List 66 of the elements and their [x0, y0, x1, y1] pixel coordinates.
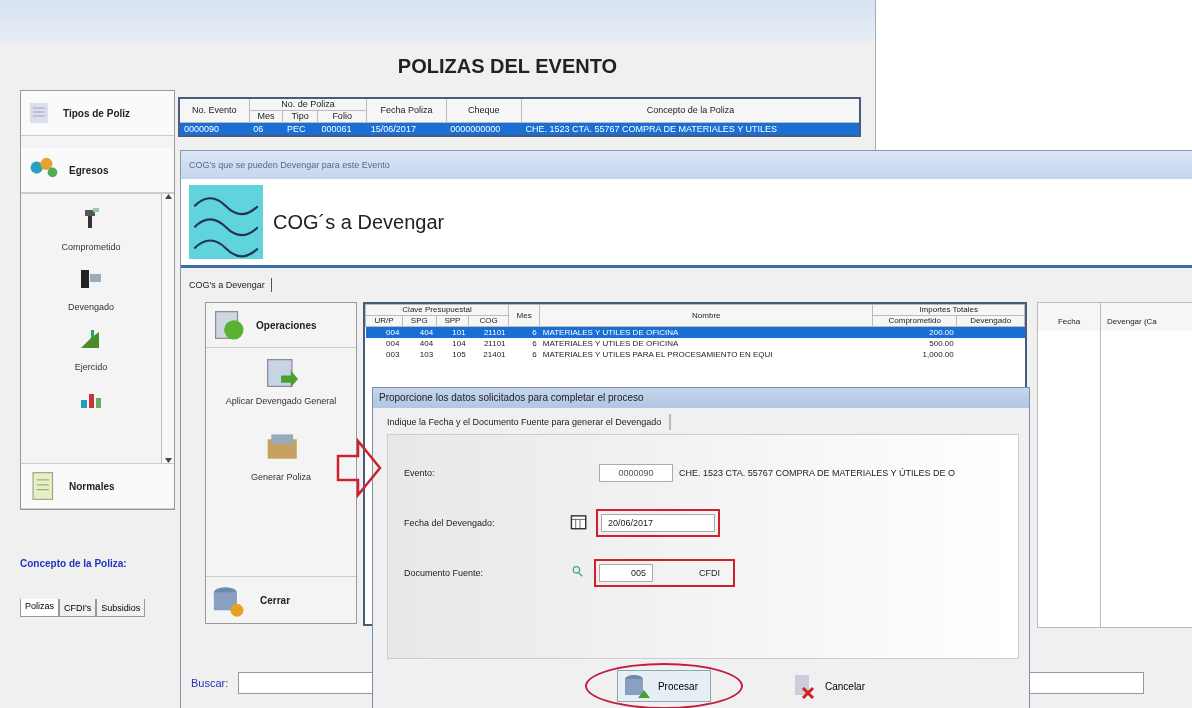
annotation-arrow — [336, 438, 382, 498]
document-arrow-icon — [264, 356, 298, 390]
column-header[interactable]: Mes — [508, 304, 540, 327]
column-header[interactable]: Clave Presupuestal — [365, 304, 509, 316]
column-header[interactable]: Fecha — [1038, 303, 1101, 627]
column-header[interactable]: Importes Totales — [872, 304, 1025, 316]
document-field[interactable]: 005 — [599, 563, 653, 582]
window-heading: POLIZAS DEL EVENTO — [396, 53, 619, 79]
date-field[interactable]: 20/06/2017 — [601, 513, 715, 532]
table-cell-text: 6 — [531, 349, 538, 360]
search-label: Buscar: — [191, 677, 229, 689]
scrollbar[interactable] — [161, 194, 174, 463]
cancel-button[interactable]: Cancelar — [784, 670, 877, 702]
operation-item[interactable]: Generar Poliza — [251, 432, 311, 482]
nav-item[interactable]: Comprometido — [61, 206, 121, 252]
table-cell: 104 — [436, 338, 469, 349]
column-header[interactable]: No. de Poliza — [249, 98, 367, 111]
tab[interactable]: Subsidios — [96, 599, 146, 617]
concept-label: Concepto de la Poliza: — [20, 558, 128, 569]
table-cell-text: 103 — [418, 349, 435, 360]
table-cell: 6 — [508, 338, 540, 349]
operations-header[interactable]: Operaciones — [206, 303, 356, 348]
operation-item[interactable]: Aplicar Devengado General — [225, 356, 337, 406]
table-cell: 21101 — [468, 338, 509, 349]
column-header[interactable]: Nombre — [539, 304, 873, 327]
field-label: Evento: — [404, 467, 436, 478]
document-type: CFDI — [698, 567, 721, 578]
window-title: COG's que se pueden Devengar para este Evento — [181, 151, 1192, 179]
column-header[interactable]: Cheque — [446, 98, 522, 123]
operations-icon — [212, 308, 246, 342]
dialog-title: Proporcione los datos solicitados para completar el proceso — [373, 388, 1029, 408]
wave-logo-icon — [189, 185, 263, 259]
column-header[interactable]: Fecha Poliza — [366, 98, 447, 123]
column-header[interactable]: No. Evento — [179, 98, 250, 123]
tab[interactable]: Polizas — [20, 599, 59, 617]
window-heading: COG´s a Devengar — [273, 210, 445, 234]
table-cell-text: 21401 — [482, 349, 507, 360]
nav-item[interactable]: Devengado — [67, 266, 114, 312]
table-cell: 004 — [365, 338, 403, 349]
table-cell-text: 105 — [451, 349, 467, 360]
table-cell: MATERIALES Y UTILES DE OFICINA — [539, 338, 873, 349]
event-description: CHE. 1523 CTA. 55767 COMPRA DE MATERIALES Y ÚTILES DE O — [679, 467, 955, 478]
nav-header[interactable]: Tipos de Poliz — [21, 91, 174, 136]
column-header[interactable]: Concepto de la Poliza — [521, 98, 860, 123]
column-header[interactable]: Comprometido — [872, 315, 957, 327]
field-label: Documento Fuente: — [404, 567, 485, 578]
table-cell-text: 1,000.00 — [921, 349, 955, 360]
column-header[interactable]: SPG — [402, 315, 437, 327]
nav-footer[interactable]: Normales — [21, 464, 174, 509]
table-cell: 500.00 — [872, 338, 957, 349]
process-button[interactable]: Procesar — [616, 670, 711, 702]
table-cell-text: MATERIALES Y UTILES PARA EL PROCESAMIENTO EN EQUI — [541, 349, 774, 360]
column-header[interactable]: SPP — [436, 315, 469, 327]
nav-item[interactable]: Ejercido — [74, 326, 108, 372]
column-header[interactable]: Devengado — [956, 315, 1025, 327]
nav-section[interactable]: Egresos — [21, 148, 174, 193]
column-header[interactable]: COG — [468, 315, 509, 327]
tab[interactable]: CFDI's — [59, 599, 97, 617]
tab[interactable]: Indique la Fecha y el Documento Fuente para generar el Devengado — [387, 413, 672, 430]
column-header[interactable]: UR/P — [365, 315, 403, 327]
close-item[interactable]: Cerrar — [206, 576, 356, 623]
table-cell-text: 003 — [385, 349, 401, 360]
tab[interactable]: COG's a Devengar — [189, 278, 272, 292]
table-cell: 404 — [402, 338, 437, 349]
event-field: 0000090 — [599, 463, 673, 482]
field-label: Fecha del Devengado: — [404, 517, 496, 528]
